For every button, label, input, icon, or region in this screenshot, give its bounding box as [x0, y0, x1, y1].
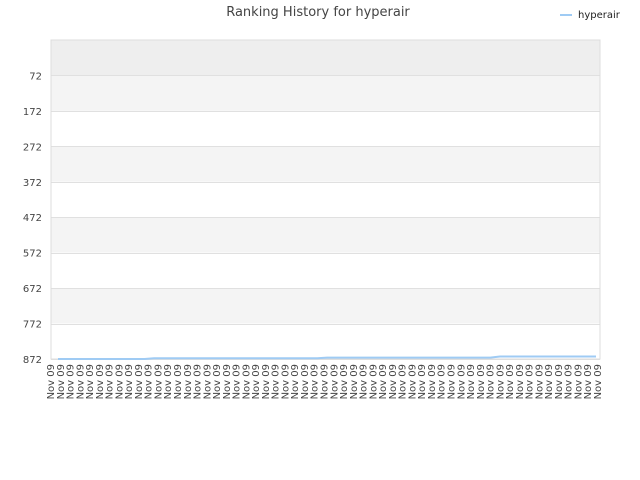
plot-band — [51, 217, 600, 253]
data-point — [172, 357, 174, 359]
y-tick-label: 72 — [29, 71, 42, 82]
y-tick-label: 872 — [23, 355, 42, 366]
data-point — [211, 357, 213, 359]
plot-bands — [51, 40, 600, 359]
data-point — [566, 356, 568, 358]
data-point — [470, 357, 472, 359]
data-point — [278, 357, 280, 359]
data-point — [134, 358, 136, 360]
y-axis-ticks: 72 172 272 372 472 572 672 772 872 — [23, 71, 42, 366]
data-point — [201, 357, 203, 359]
data-point — [182, 357, 184, 359]
data-point — [249, 357, 251, 359]
data-point — [153, 357, 155, 359]
data-point — [57, 358, 59, 360]
data-point — [538, 356, 540, 358]
plot-band — [51, 252, 600, 289]
x-tick-label: Nov 09 — [593, 364, 604, 399]
data-point — [576, 356, 578, 358]
data-point — [124, 358, 126, 360]
data-point — [441, 357, 443, 359]
data-point — [76, 358, 78, 360]
data-point — [499, 356, 501, 358]
data-point — [317, 357, 319, 359]
data-point — [355, 357, 357, 359]
data-point — [432, 357, 434, 359]
data-point — [595, 356, 597, 358]
data-point — [557, 356, 559, 358]
data-point — [403, 357, 405, 359]
chart-title: Ranking History for hyperair — [226, 5, 410, 20]
plot-band — [51, 323, 600, 359]
data-point — [480, 357, 482, 359]
data-point — [393, 357, 395, 359]
data-point — [451, 357, 453, 359]
plot-band — [51, 146, 600, 182]
data-point — [96, 358, 98, 360]
data-point — [307, 357, 309, 359]
y-tick-label: 772 — [23, 320, 42, 331]
data-point — [86, 358, 88, 360]
data-point — [326, 357, 328, 359]
y-tick-label: 272 — [23, 142, 42, 153]
y-tick-label: 672 — [23, 284, 42, 295]
legend-label-hyperair: hyperair — [578, 10, 621, 21]
plot-band — [51, 75, 600, 111]
legend: hyperair — [560, 10, 621, 21]
data-point — [422, 357, 424, 359]
data-point — [461, 357, 463, 359]
data-point — [345, 357, 347, 359]
data-point — [192, 357, 194, 359]
data-point — [365, 357, 367, 359]
data-point — [413, 357, 415, 359]
x-axis-ticks: Nov 09Nov 09Nov 09Nov 09Nov 09Nov 09Nov … — [46, 364, 604, 399]
data-point — [288, 357, 290, 359]
data-point — [240, 357, 242, 359]
data-point — [547, 356, 549, 358]
plot-band — [51, 110, 600, 147]
data-point — [67, 358, 69, 360]
data-point — [518, 356, 520, 358]
ranking-history-chart: Ranking History for hyperair hyperair 72… — [23, 5, 621, 399]
y-tick-label: 472 — [23, 213, 42, 224]
plot-band — [51, 288, 600, 324]
data-point — [374, 357, 376, 359]
data-point — [163, 357, 165, 359]
data-point — [336, 357, 338, 359]
data-point — [115, 358, 117, 360]
data-point — [230, 357, 232, 359]
data-point — [144, 358, 146, 360]
data-point — [528, 356, 530, 358]
data-point — [586, 356, 588, 358]
y-tick-label: 372 — [23, 178, 42, 189]
data-point — [490, 357, 492, 359]
y-tick-label: 572 — [23, 249, 42, 260]
data-point — [221, 357, 223, 359]
data-point — [384, 357, 386, 359]
data-point — [297, 357, 299, 359]
data-point — [105, 358, 107, 360]
data-point — [269, 357, 271, 359]
plot-band — [51, 40, 600, 76]
y-tick-label: 172 — [23, 107, 42, 118]
data-point — [509, 356, 511, 358]
plot-band — [51, 181, 600, 218]
data-point — [259, 357, 261, 359]
